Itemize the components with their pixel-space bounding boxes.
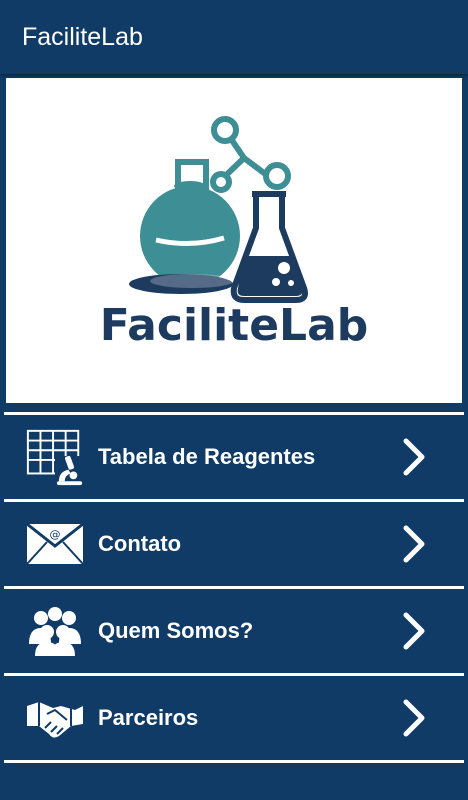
reagent-table-icon xyxy=(24,426,86,488)
menu-item-label: Contato xyxy=(98,531,182,556)
logo-banner: FaciliteLab xyxy=(6,78,462,403)
menu-item-label: Parceiros xyxy=(98,705,199,730)
menu-item-label: Tabela de Reagentes xyxy=(98,444,316,469)
chevron-right-icon xyxy=(403,525,425,563)
envelope-icon: @ xyxy=(24,513,86,575)
chevron-right-icon xyxy=(403,699,425,737)
app-title: FaciliteLab xyxy=(22,22,143,51)
chevron-right-icon xyxy=(403,438,425,476)
menu-item-label: Quem Somos? xyxy=(98,618,254,643)
people-group-icon xyxy=(24,600,86,662)
menu-item-partners[interactable]: Parceiros xyxy=(0,676,468,760)
app-bar: FaciliteLab xyxy=(0,0,468,74)
handshake-icon xyxy=(24,687,86,749)
facilitelab-logo: FaciliteLab xyxy=(100,116,369,351)
chevron-right-icon xyxy=(403,612,425,650)
menu-divider xyxy=(4,760,464,763)
main-menu: Tabela de Reagentes @ Contato Quem Somos… xyxy=(0,412,468,763)
menu-item-about-us[interactable]: Quem Somos? xyxy=(0,589,468,673)
menu-item-reagent-table[interactable]: Tabela de Reagentes xyxy=(0,415,468,499)
svg-text:@: @ xyxy=(50,528,61,541)
logo-text: FaciliteLab xyxy=(100,300,369,351)
menu-item-contact[interactable]: @ Contato xyxy=(0,502,468,586)
